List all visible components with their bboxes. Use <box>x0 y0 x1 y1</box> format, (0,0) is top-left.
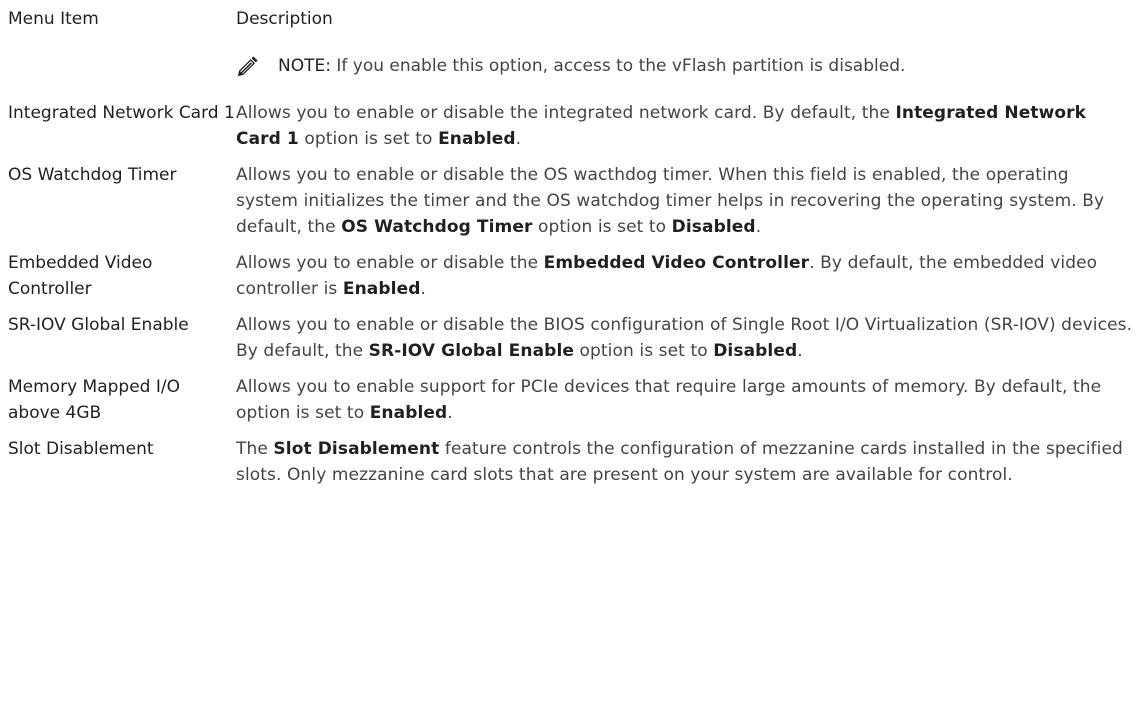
description-text: . <box>420 279 426 299</box>
note-text: NOTE: If you enable this option, access … <box>278 53 905 79</box>
note-callout: NOTE: If you enable this option, access … <box>236 51 1134 81</box>
emphasis-text: Embedded Video Controller <box>543 253 810 273</box>
row-description: Allows you to enable support for PCIe de… <box>236 374 1134 426</box>
note-label: NOTE: <box>278 56 331 76</box>
emphasis-text: Disabled <box>671 217 756 237</box>
row-description: The Slot Disablement feature controls th… <box>236 436 1134 488</box>
row-description: Allows you to enable or disable the OS w… <box>236 162 1134 240</box>
table-row: Integrated Network Card 1 Allows you to … <box>8 100 1134 152</box>
description-text: The <box>236 439 274 459</box>
description-text: . <box>755 217 762 237</box>
description-text: Allows you to enable or disable the inte… <box>236 103 896 123</box>
header-description: Description <box>236 9 333 29</box>
description-text: . <box>515 129 522 149</box>
row-menu-item: SR-IOV Global Enable <box>8 315 189 335</box>
description-text: option is set to <box>574 341 714 361</box>
emphasis-text: Slot Disablement <box>273 439 440 459</box>
row-menu-item: Integrated Network Card 1 <box>8 103 235 123</box>
emphasis-text: SR-IOV Global Enable <box>368 341 575 361</box>
row-description: Allows you to enable or disable the Embe… <box>236 250 1134 302</box>
emphasis-text: Disabled <box>713 341 798 361</box>
emphasis-text: Enabled <box>342 279 421 299</box>
pencil-note-icon <box>238 56 258 76</box>
description-text: . <box>447 403 453 423</box>
row-description: Allows you to enable or disable the inte… <box>236 100 1134 152</box>
table-row: Memory Mapped I/O above 4GB Allows you t… <box>8 374 1134 426</box>
table-row: Embedded Video Controller Allows you to … <box>8 250 1134 302</box>
description-text: . <box>797 341 803 361</box>
row-menu-item: Embedded Video Controller <box>8 253 153 299</box>
emphasis-text: OS Watchdog Timer <box>341 217 533 237</box>
row-menu-item: Slot Disablement <box>8 439 154 459</box>
emphasis-text: Enabled <box>369 403 448 423</box>
emphasis-text: Enabled <box>438 129 516 149</box>
note-body: If you enable this option, access to the… <box>330 56 906 76</box>
table-header: Menu Item Description <box>8 6 1134 32</box>
description-text: Allows you to enable or disable the <box>236 253 544 273</box>
description-text: option is set to <box>532 217 672 237</box>
row-menu-item: Memory Mapped I/O above 4GB <box>8 377 180 423</box>
table-row: Slot Disablement The Slot Disablement fe… <box>8 436 1134 488</box>
description-text: Allows you to enable support for PCIe de… <box>236 377 1102 423</box>
bios-settings-table: Menu Item Description NOTE: If you enabl… <box>8 6 1134 488</box>
description-text: option is set to <box>298 129 439 149</box>
row-description: Allows you to enable or disable the BIOS… <box>236 312 1134 364</box>
header-menu-item: Menu Item <box>8 9 99 29</box>
table-row: OS Watchdog Timer Allows you to enable o… <box>8 162 1134 240</box>
table-row: SR-IOV Global Enable Allows you to enabl… <box>8 312 1134 364</box>
row-menu-item: OS Watchdog Timer <box>8 165 177 185</box>
